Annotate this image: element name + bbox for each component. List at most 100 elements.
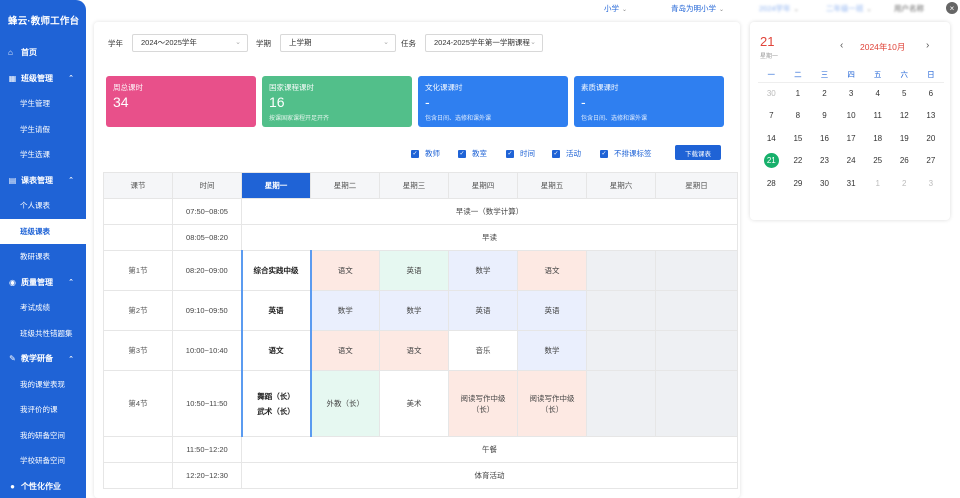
calendar-day[interactable]: 17 xyxy=(838,127,865,150)
sidebar-group-1[interactable]: ▤ 课表管理 ⌃ xyxy=(0,168,86,194)
calendar-day[interactable]: 2 xyxy=(811,82,838,105)
calendar-day[interactable]: 3 xyxy=(838,82,865,105)
year-selector[interactable]: 2024学年 ⌄ xyxy=(759,3,799,14)
sidebar-item-0-0[interactable]: 学生管理 xyxy=(0,91,86,117)
course-cell[interactable] xyxy=(586,290,656,331)
course-cell[interactable] xyxy=(586,330,656,371)
option-checkbox[interactable]: ✓ 教室 xyxy=(458,148,487,159)
term-select[interactable]: 上学期 ⌄ xyxy=(280,34,396,52)
sidebar-group-2[interactable]: ◉ 质量管理 ⌃ xyxy=(0,270,86,296)
calendar-day[interactable]: 30 xyxy=(811,172,838,195)
sidebar-item-3-2[interactable]: 我的研备空间 xyxy=(0,423,86,449)
course-cell[interactable]: 英语 xyxy=(379,250,449,291)
sidebar-item-0-1[interactable]: 学生请假 xyxy=(0,117,86,143)
sidebar-item-label: 学校研备空间 xyxy=(20,456,65,466)
course-cell[interactable]: 语文 xyxy=(310,330,380,371)
sidebar-item-1-1[interactable]: 班级课表 xyxy=(0,218,86,244)
calendar-day[interactable]: 29 xyxy=(785,172,812,195)
sidebar-group-4[interactable]: ● 个性化作业 xyxy=(0,474,86,498)
course-cell[interactable]: 数学 xyxy=(448,250,518,291)
calendar-day[interactable]: 7 xyxy=(758,105,785,128)
chevron-left-icon[interactable]: ‹ xyxy=(840,40,843,51)
sidebar-group-0[interactable]: ▦ 班级管理 ⌃ xyxy=(0,66,86,92)
sidebar-item-3-3[interactable]: 学校研备空间 xyxy=(0,448,86,474)
class-selector[interactable]: 二年级一班 ⌄ xyxy=(826,3,872,14)
download-timetable-button[interactable]: 下载课表 xyxy=(675,145,721,160)
calendar-day[interactable]: 21 xyxy=(758,150,785,173)
sidebar-item-3-0[interactable]: 我的课堂表现 xyxy=(0,372,86,398)
course-cell[interactable] xyxy=(655,250,738,291)
task-select[interactable]: 2024-2025学年第一学期课程 ⌄ xyxy=(425,34,543,52)
calendar-day[interactable]: 11 xyxy=(864,105,891,128)
calendar-day[interactable]: 1 xyxy=(864,172,891,195)
course-cell-monday[interactable]: 语文 xyxy=(240,330,312,371)
calendar-day[interactable]: 3 xyxy=(918,172,945,195)
calendar-day[interactable]: 14 xyxy=(758,127,785,150)
chevron-right-icon[interactable]: › xyxy=(926,40,929,51)
calendar-day[interactable]: 5 xyxy=(891,82,918,105)
calendar-day[interactable]: 24 xyxy=(838,150,865,173)
calendar-day[interactable]: 9 xyxy=(811,105,838,128)
course-cell[interactable] xyxy=(655,290,738,331)
calendar-day[interactable]: 2 xyxy=(891,172,918,195)
course-cell-monday[interactable]: 英语 xyxy=(240,290,312,331)
course-cell-monday[interactable]: 舞蹈（长） 武术（长） xyxy=(240,370,312,437)
calendar-day[interactable]: 19 xyxy=(891,127,918,150)
sidebar-item-1-0[interactable]: 个人课表 xyxy=(0,193,86,219)
level-selector[interactable]: 小学 ⌄ xyxy=(604,3,627,14)
course-cell[interactable]: 阅读写作中级（长） xyxy=(448,370,518,437)
option-checkbox[interactable]: ✓ 教师 xyxy=(411,148,440,159)
course-cell[interactable] xyxy=(586,250,656,291)
calendar-day[interactable]: 18 xyxy=(864,127,891,150)
course-cell[interactable]: 语文 xyxy=(517,250,587,291)
calendar-day[interactable]: 1 xyxy=(785,82,812,105)
year-select[interactable]: 2024～2025学年 ⌄ xyxy=(132,34,248,52)
calendar-day[interactable]: 22 xyxy=(785,150,812,173)
user-menu[interactable]: 用户名称 xyxy=(894,3,924,14)
course-cell[interactable]: 阅读写作中级（长） xyxy=(517,370,587,437)
course-cell[interactable]: 英语 xyxy=(517,290,587,331)
course-cell[interactable] xyxy=(586,370,656,437)
sidebar-item-2-0[interactable]: 考试成绩 xyxy=(0,295,86,321)
school-selector[interactable]: 青岛为明小学 ⌄ xyxy=(671,3,724,14)
calendar-day[interactable]: 23 xyxy=(811,150,838,173)
calendar-day[interactable]: 16 xyxy=(811,127,838,150)
calendar-day[interactable]: 13 xyxy=(918,105,945,128)
option-checkbox[interactable]: ✓ 活动 xyxy=(552,148,581,159)
course-cell-monday[interactable]: 综合实践中级 xyxy=(240,250,312,291)
course-cell[interactable] xyxy=(655,370,738,437)
sidebar-item-home[interactable]: ⌂ 首页 xyxy=(0,40,86,66)
sidebar-item-3-1[interactable]: 我评价的课 xyxy=(0,397,86,423)
calendar-day[interactable]: 27 xyxy=(918,150,945,173)
course-cell[interactable]: 英语 xyxy=(448,290,518,331)
calendar-day[interactable]: 15 xyxy=(785,127,812,150)
sidebar-item-1-2[interactable]: 教研课表 xyxy=(0,244,86,270)
course-cell[interactable]: 外教（长） xyxy=(310,370,380,437)
calendar-day[interactable]: 10 xyxy=(838,105,865,128)
course-cell[interactable]: 语文 xyxy=(310,250,380,291)
option-checkbox[interactable]: ✓ 时间 xyxy=(506,148,535,159)
calendar-day[interactable]: 28 xyxy=(758,172,785,195)
course-cell[interactable]: 数学 xyxy=(310,290,380,331)
sidebar-group-3[interactable]: ✎ 教学研备 ⌃ xyxy=(0,346,86,372)
calendar-day[interactable]: 25 xyxy=(864,150,891,173)
sidebar-item-0-2[interactable]: 学生选课 xyxy=(0,142,86,168)
calendar-day[interactable]: 26 xyxy=(891,150,918,173)
calendar-day[interactable]: 31 xyxy=(838,172,865,195)
calendar-day[interactable]: 4 xyxy=(864,82,891,105)
course-cell[interactable] xyxy=(655,330,738,371)
sidebar-item-2-1[interactable]: 班级共性错题集 xyxy=(0,321,86,347)
calendar-day[interactable]: 6 xyxy=(918,82,945,105)
calendar-day[interactable]: 8 xyxy=(785,105,812,128)
option-checkbox[interactable]: ✓ 不排课标签 xyxy=(600,148,652,159)
calendar-day[interactable]: 20 xyxy=(918,127,945,150)
calendar-day-number: 5 xyxy=(902,88,907,98)
close-icon[interactable]: × xyxy=(946,2,958,14)
course-cell[interactable]: 数学 xyxy=(379,290,449,331)
course-cell[interactable]: 美术 xyxy=(379,370,449,437)
calendar-day[interactable]: 30 xyxy=(758,82,785,105)
course-cell[interactable]: 音乐 xyxy=(448,330,518,371)
course-cell[interactable]: 语文 xyxy=(379,330,449,371)
calendar-day[interactable]: 12 xyxy=(891,105,918,128)
course-cell[interactable]: 数学 xyxy=(517,330,587,371)
